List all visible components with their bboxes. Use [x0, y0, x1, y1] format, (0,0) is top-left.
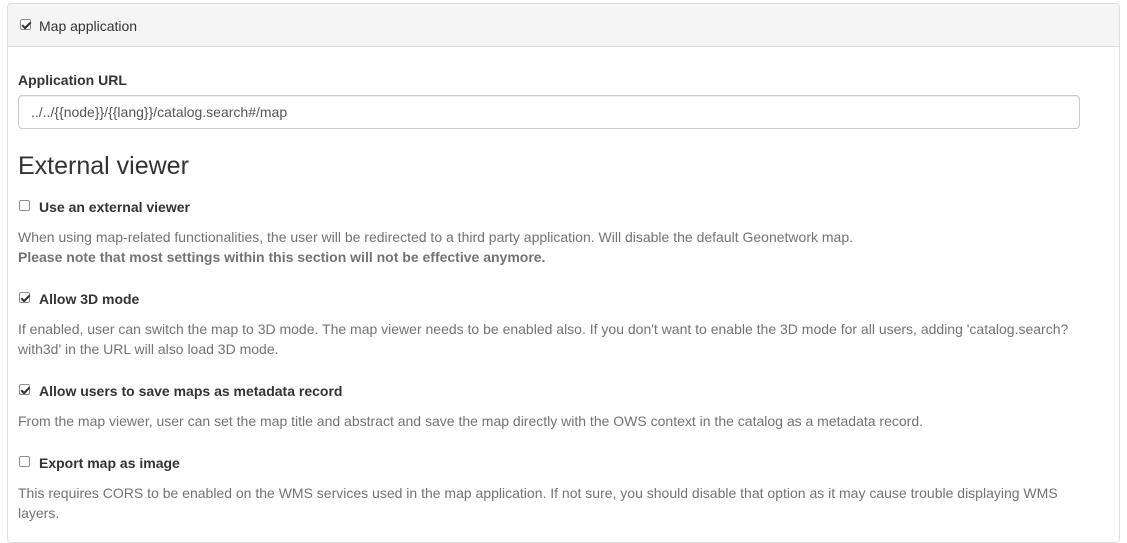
allow-3d-mode-label[interactable]: Allow 3D mode — [39, 290, 139, 308]
use-external-viewer-note: Please note that most settings within th… — [18, 249, 546, 265]
panel-heading: Map application — [8, 4, 1119, 47]
save-maps-metadata-label[interactable]: Allow users to save maps as metadata rec… — [39, 382, 342, 400]
allow-3d-mode-help-line-2: with3d' in the URL will also load 3D mod… — [18, 341, 279, 357]
export-map-image-checkbox[interactable] — [19, 456, 30, 467]
allow-3d-mode-help: If enabled, user can switch the map to 3… — [18, 319, 1098, 359]
export-map-image-label[interactable]: Export map as image — [39, 454, 180, 472]
use-external-viewer-help: When using map-related functionalities, … — [18, 227, 1098, 267]
export-map-image-help: This requires CORS to be enabled on the … — [18, 483, 1098, 523]
application-url-input[interactable] — [18, 95, 1080, 129]
panel-title: Map application — [39, 18, 138, 34]
save-maps-metadata-checkbox[interactable] — [19, 384, 30, 395]
save-maps-metadata-help: From the map viewer, user can set the ma… — [18, 413, 924, 429]
use-external-viewer-label[interactable]: Use an external viewer — [39, 198, 190, 216]
export-map-image-help-line-2: layers. — [18, 505, 60, 521]
allow-3d-mode-help-line-1: If enabled, user can switch the map to 3… — [18, 321, 1069, 337]
section-title-external-viewer: External viewer — [18, 152, 189, 180]
use-external-viewer-help-text: When using map-related functionalities, … — [18, 229, 853, 245]
allow-3d-mode-checkbox[interactable] — [19, 292, 30, 303]
use-external-viewer-checkbox[interactable] — [19, 200, 30, 211]
export-map-image-help-line-1: This requires CORS to be enabled on the … — [18, 485, 1058, 501]
map-application-checkbox[interactable] — [20, 19, 31, 30]
application-url-label: Application URL — [18, 72, 127, 88]
